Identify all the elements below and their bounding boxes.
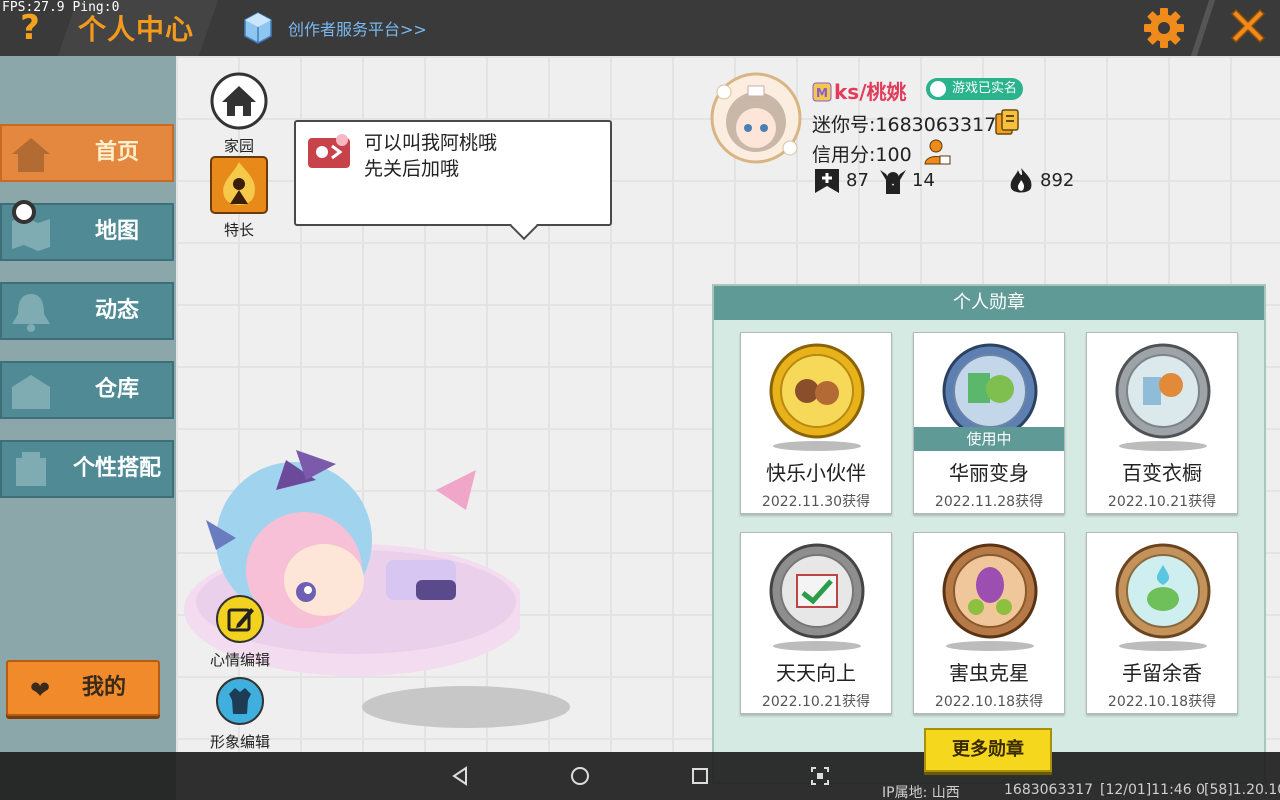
person-card-icon[interactable] — [922, 138, 952, 166]
screenshot-icon[interactable] — [808, 764, 832, 788]
badge-name: 华丽变身 — [949, 461, 1029, 485]
nickname: ks/桃姚 — [834, 80, 907, 104]
badge-card[interactable]: 使用中 华丽变身 2022.11.28获得 — [913, 332, 1065, 514]
fans-icon — [880, 170, 906, 194]
ip-location: IP属地: 山西 — [882, 785, 960, 800]
badge-date: 2022.11.30获得 — [761, 494, 871, 510]
mood-icon — [308, 134, 350, 168]
top-divider — [1190, 0, 1216, 56]
medal-shadow — [1119, 641, 1207, 651]
signature-bubble[interactable]: 可以叫我阿桃哦 先关后加哦 — [294, 120, 612, 226]
outfit-icon — [16, 452, 46, 486]
avatar[interactable] — [704, 68, 808, 166]
medal-shadow — [773, 641, 861, 651]
badge-card[interactable]: 快乐小伙伴 2022.11.30获得 — [740, 332, 892, 514]
badge-name: 快乐小伙伴 — [766, 461, 866, 485]
sidebar-item-label: 地图 — [94, 219, 139, 244]
more-badges-button[interactable]: 更多勋章 — [924, 728, 1052, 772]
page-title: 个人中心 — [78, 13, 195, 46]
close-icon[interactable] — [1226, 4, 1270, 48]
fans-value: 14 — [912, 170, 935, 191]
svg-text:M: M — [816, 86, 828, 100]
verified-label: 游戏已实名 — [952, 81, 1018, 96]
bell-icon — [12, 294, 50, 332]
mood-edit-label: 心情编辑 — [209, 651, 270, 669]
top-bar: ? FPS:27.9 Ping:0 个人中心 创作者服务平台>> — [0, 0, 1280, 56]
badge-panel-title: 个人勋章 — [714, 286, 1264, 320]
badge-panel: 个人勋章 快乐小伙伴 2022.11.30获得 使用中 华丽变身 2022.11… — [712, 284, 1266, 784]
verified-badge: 游戏已实名 — [926, 78, 1024, 100]
house-icon — [12, 138, 50, 172]
likes-value: 87 — [846, 170, 869, 191]
sidebar-item-outfit[interactable]: 个性搭配 — [0, 440, 174, 498]
status-version: [58]1.20.10 — [1204, 782, 1280, 798]
plus-flag-icon — [815, 169, 839, 193]
badge-card[interactable]: 害虫克星 2022.10.18获得 — [913, 532, 1065, 714]
badge-date: 2022.10.18获得 — [934, 694, 1044, 710]
home-button[interactable]: 家园 — [206, 72, 272, 156]
medal-icon — [942, 543, 1038, 639]
mine-label: 我的 — [82, 675, 127, 700]
home-circle-icon[interactable] — [568, 764, 592, 788]
badge-date: 2022.11.28获得 — [934, 494, 1044, 510]
status-time: [12/01]11:46 0 — [1100, 782, 1205, 798]
badge-name: 天天向上 — [776, 661, 856, 685]
medal-icon — [769, 543, 865, 639]
sidebar-item-label: 动态 — [94, 298, 139, 323]
outfit-edit-icon — [216, 677, 264, 725]
home-label: 家园 — [223, 137, 254, 155]
medal-shadow — [1119, 441, 1207, 451]
sidebar-item-feed[interactable]: 动态 — [0, 282, 174, 340]
cube-icon[interactable] — [244, 12, 272, 44]
badge-card[interactable]: 手留余香 2022.10.18获得 — [1086, 532, 1238, 714]
mine-button[interactable]: ❤ 我的 — [6, 660, 160, 716]
flame-figure-icon — [210, 156, 268, 214]
edit-icon — [216, 595, 264, 643]
badge-date: 2022.10.18获得 — [1107, 694, 1217, 710]
vip-icon: M — [812, 82, 832, 102]
badge-card[interactable]: 天天向上 2022.10.21获得 — [740, 532, 892, 714]
badge-card[interactable]: 百变衣橱 2022.10.21获得 — [1086, 332, 1238, 514]
home-icon — [210, 72, 268, 130]
medal-shadow — [773, 441, 861, 451]
signature-text: 可以叫我阿桃哦 先关后加哦 — [364, 132, 498, 180]
appearance-edit-label: 形象编辑 — [209, 733, 270, 751]
sidebar-item-home[interactable]: 首页 — [0, 124, 174, 182]
sidebar-item-label: 首页 — [94, 140, 139, 165]
badge-name: 手留余香 — [1122, 661, 1202, 685]
medal-icon — [769, 343, 865, 439]
status-uid: 1683063317 — [1004, 782, 1094, 798]
appearance-edit-button[interactable]: 形象编辑 — [206, 676, 274, 752]
mood-edit-button[interactable]: 心情编辑 — [206, 594, 274, 670]
sidebar-item-label: 个性搭配 — [72, 456, 161, 481]
credit-score: 信用分:100 — [812, 144, 912, 166]
medal-icon — [942, 343, 1038, 439]
gear-icon[interactable] — [1142, 6, 1186, 50]
person-check-icon — [930, 81, 946, 97]
floating-dot[interactable] — [12, 200, 36, 224]
back-icon[interactable] — [448, 764, 472, 788]
recents-icon[interactable] — [688, 764, 712, 788]
copy-icon[interactable] — [994, 108, 1020, 136]
flame-icon — [1010, 168, 1032, 193]
popularity-value: 892 — [1040, 170, 1075, 191]
sidebar-item-warehouse[interactable]: 仓库 — [0, 361, 174, 419]
badge-date: 2022.10.21获得 — [1107, 494, 1217, 510]
medal-shadow — [946, 641, 1034, 651]
creator-platform-link[interactable]: 创作者服务平台>> — [288, 16, 427, 40]
badge-name: 害虫克星 — [949, 661, 1029, 685]
badge-name: 百变衣橱 — [1122, 461, 1202, 485]
heart-icon: ❤ — [30, 676, 51, 704]
warehouse-icon — [12, 375, 50, 409]
medal-icon — [1115, 343, 1211, 439]
badge-date: 2022.10.21获得 — [761, 694, 871, 710]
talent-label: 特长 — [223, 221, 254, 239]
user-id: 迷你号:1683063317 — [812, 114, 997, 136]
talent-button[interactable]: 特长 — [206, 156, 272, 240]
sidebar-item-label: 仓库 — [94, 377, 139, 402]
medal-icon — [1115, 543, 1211, 639]
in-use-banner: 使用中 — [914, 427, 1064, 451]
